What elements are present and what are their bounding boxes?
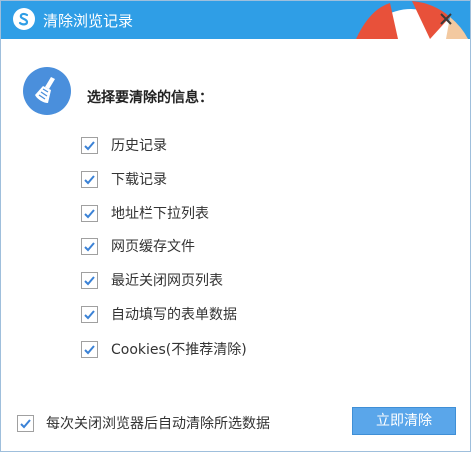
option-address-dropdown[interactable]: 地址栏下拉列表 xyxy=(81,201,209,225)
section-heading: 选择要清除的信息： xyxy=(87,90,213,106)
option-label: 历史记录 xyxy=(111,138,167,154)
auto-clear-label: 每次关闭浏览器后自动清除所选数据 xyxy=(46,416,270,432)
option-form-data[interactable]: 自动填写的表单数据 xyxy=(81,302,237,326)
checkmark-icon xyxy=(84,344,95,354)
checkbox[interactable] xyxy=(81,204,98,222)
window-title: 清除浏览记录 xyxy=(43,12,134,30)
checkmark-icon xyxy=(84,309,95,319)
checkbox[interactable] xyxy=(81,305,98,323)
option-label: 网页缓存文件 xyxy=(111,239,195,255)
clean-now-button[interactable]: 立即清除 xyxy=(352,407,456,435)
checkbox[interactable] xyxy=(81,170,98,188)
option-label: 最近关闭网页列表 xyxy=(111,273,223,289)
auto-clear-option[interactable]: 每次关闭浏览器后自动清除所选数据 xyxy=(17,411,270,435)
option-downloads[interactable]: 下载记录 xyxy=(81,167,167,191)
checkmark-icon xyxy=(84,241,95,251)
broom-icon xyxy=(23,67,71,115)
option-label: Cookies(不推荐清除) xyxy=(111,342,247,358)
option-cookies[interactable]: Cookies(不推荐清除) xyxy=(81,337,247,361)
option-recently-closed[interactable]: 最近关闭网页列表 xyxy=(81,268,223,292)
checkmark-icon xyxy=(20,418,31,428)
auto-clear-checkbox[interactable] xyxy=(17,414,34,432)
option-cache-files[interactable]: 网页缓存文件 xyxy=(81,234,195,258)
checkbox[interactable] xyxy=(81,271,98,289)
option-history[interactable]: 历史记录 xyxy=(81,133,167,157)
option-label: 自动填写的表单数据 xyxy=(111,307,237,323)
checkmark-icon xyxy=(84,208,95,218)
option-label: 下载记录 xyxy=(111,172,167,188)
checkmark-icon xyxy=(84,140,95,150)
clear-browsing-dialog: 清除浏览记录 选择要清除的信息： 历史记录 下载记录 地址栏下拉列表 网页缓存文… xyxy=(0,0,471,452)
browser-logo-icon xyxy=(13,8,35,30)
close-icon xyxy=(440,13,452,25)
checkbox[interactable] xyxy=(81,340,98,358)
title-bar[interactable]: 清除浏览记录 xyxy=(1,1,470,39)
close-button[interactable] xyxy=(434,7,458,31)
checkmark-icon xyxy=(84,174,95,184)
checkbox[interactable] xyxy=(81,237,98,255)
checkmark-icon xyxy=(84,275,95,285)
checkbox[interactable] xyxy=(81,136,98,154)
option-label: 地址栏下拉列表 xyxy=(111,206,209,222)
